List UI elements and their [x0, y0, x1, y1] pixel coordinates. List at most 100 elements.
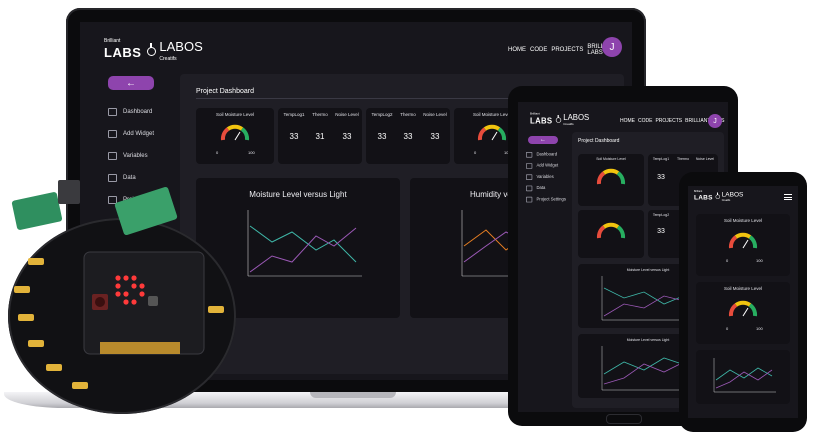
widget-label: TempLog1	[283, 112, 305, 117]
flask-icon	[555, 115, 562, 123]
widget-value: 33	[342, 132, 352, 141]
hamburger-menu-icon[interactable]	[784, 194, 792, 200]
line-chart	[713, 358, 776, 393]
sidebar-item-label: Add Widget	[123, 131, 155, 137]
tablet-home-button[interactable]	[606, 414, 642, 424]
database-icon	[526, 174, 533, 180]
widget-label: Noise Level	[695, 157, 715, 161]
widget-value: 33	[657, 174, 665, 181]
widget-label: Thermo	[312, 112, 328, 117]
nav-projects[interactable]: PROJECTS	[655, 118, 682, 124]
sidebar-item-data[interactable]: Data	[526, 185, 566, 192]
widget-label: TempLog2	[371, 112, 393, 117]
sidebar-item-add-widget[interactable]: Add Widget	[526, 163, 566, 169]
gauge-icon	[220, 124, 250, 141]
page-title: Project Dashboard	[196, 88, 254, 95]
line-chart	[247, 210, 362, 277]
plus-icon	[108, 130, 117, 138]
nav-home[interactable]: HOME	[620, 118, 635, 124]
widget-value: 33	[403, 132, 413, 141]
plus-icon	[526, 163, 533, 169]
widget-label: Thermo	[676, 157, 690, 161]
gauge-min: 0	[216, 150, 219, 155]
logo-sub-text: Creatifs	[563, 122, 574, 127]
gauge-icon	[596, 222, 626, 239]
gauge-min: 0	[474, 150, 477, 155]
logo-big-text: LABS	[104, 44, 142, 60]
microbit-board-illustration	[11, 180, 224, 389]
widget-value: 33	[657, 228, 665, 235]
gauge-max: 100	[756, 258, 763, 263]
avatar[interactable]: J	[708, 114, 722, 128]
gauge-icon	[596, 168, 626, 185]
gauge-card[interactable]: Soil Moisture Level	[578, 154, 644, 206]
settings-icon	[526, 196, 533, 203]
page-title: Project Dashboard	[578, 138, 620, 144]
sidebar-item-label: Data	[536, 186, 546, 191]
logo-small-text: Brilliant	[530, 111, 540, 116]
nav-home[interactable]: HOME	[508, 47, 526, 53]
logo-small-text: Brilliant	[104, 37, 121, 44]
brand-logo[interactable]: Brilliant LABS LABOS Creatifs	[694, 190, 743, 202]
widget-label: TempLog1	[652, 157, 670, 161]
logo-alt-text: LABOS	[159, 39, 203, 54]
brand-logo[interactable]: Brilliant LABS LABOS Creatifs	[530, 112, 589, 126]
sidebar-item-label: Dashboard	[536, 152, 558, 157]
sidebar-item-label: Add Widget	[536, 163, 559, 169]
gauge-max: 100	[248, 150, 255, 155]
avatar[interactable]: J	[602, 37, 622, 57]
sidebar-item-variables[interactable]: Variables	[108, 152, 154, 160]
gauge-min: 0	[726, 258, 729, 263]
sidebar-item-dashboard[interactable]: Dashboard	[108, 108, 154, 116]
gauge-title: Soil Moisture Level	[723, 218, 763, 223]
widget-label: Noise Level	[335, 112, 359, 117]
logo-alt-text: LABOS	[721, 190, 744, 198]
gauge-title: Soil Moisture Level	[723, 286, 763, 291]
back-button[interactable]: ←	[108, 76, 154, 90]
sidebar-item-project-settings[interactable]: Project Settings	[526, 196, 566, 203]
sidebar-item-variables[interactable]: Variables	[526, 174, 566, 180]
sidebar-item-label: Dashboard	[123, 109, 153, 115]
sidebar-item-label: Variables	[123, 153, 148, 159]
logo-sub-text: Creatifs	[721, 199, 731, 202]
gauge-icon	[477, 124, 507, 141]
widget-value: 33	[289, 132, 299, 141]
database-icon	[108, 152, 117, 160]
flask-icon	[145, 43, 157, 57]
value-widget-group[interactable]: TempLog1 Thermo Noise Level 33 31 33	[278, 108, 362, 164]
phone-screen: Brilliant LABS LABOS Creatifs Soil Moist…	[688, 186, 798, 418]
gauge-title: Soil Moisture Level	[596, 157, 626, 161]
nav-code[interactable]: CODE	[638, 118, 652, 124]
flask-icon	[715, 192, 721, 200]
widget-value: 31	[315, 132, 325, 141]
widget-value: 33	[377, 132, 387, 141]
data-icon	[526, 185, 533, 192]
dashboard-icon	[526, 152, 533, 158]
widget-value: 33	[430, 132, 440, 141]
widget-label: Noise Level	[423, 112, 447, 117]
gauge-card[interactable]	[578, 210, 644, 258]
chart-card[interactable]	[696, 350, 790, 404]
logo-alt-text: LABOS	[563, 112, 590, 122]
gauge-icon	[728, 300, 758, 317]
sidebar-item-dashboard[interactable]: Dashboard	[526, 152, 566, 158]
brand-logo[interactable]: Brilliant LABS LABOS Creatifs	[104, 38, 203, 62]
nav-code[interactable]: CODE	[530, 47, 547, 53]
back-button[interactable]: ←	[528, 136, 558, 144]
gauge-max: 100	[756, 326, 763, 331]
series-line	[249, 227, 357, 273]
logo-sub-text: Creatifs	[159, 56, 177, 62]
gauge-card[interactable]: Soil Moisture Level 0 100	[696, 282, 790, 344]
sidebar-item-add-widget[interactable]: Add Widget	[108, 130, 154, 138]
laptop-notch	[310, 392, 396, 398]
nav-projects[interactable]: PROJECTS	[551, 47, 583, 53]
value-widget-group[interactable]: TempLog2 Thermo Noise Level 33 33 33	[366, 108, 450, 164]
dashboard-icon	[108, 108, 117, 116]
series-line	[249, 225, 357, 263]
gauge-icon	[728, 232, 758, 249]
sidebar-item-label: Variables	[536, 175, 554, 180]
gauge-card[interactable]: Soil Moisture Level 0 100	[196, 108, 274, 164]
gauge-card[interactable]: Soil Moisture Level 0 100	[696, 214, 790, 276]
sidebar-item-label: Project Settings	[536, 197, 566, 202]
sidebar: Dashboard Add Widget Variables Data Proj…	[526, 152, 566, 203]
